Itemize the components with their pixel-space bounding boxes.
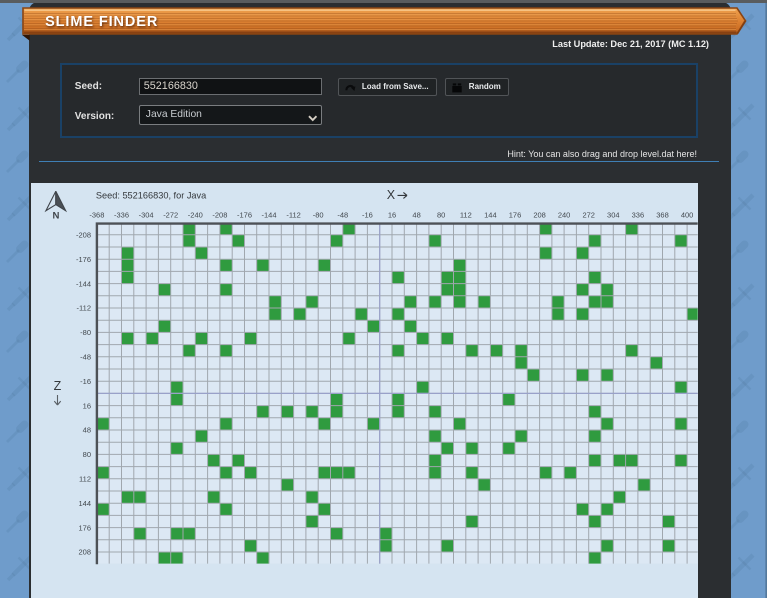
svg-text:-48: -48	[337, 211, 348, 220]
svg-text:Seed: 552166830, for Java: Seed: 552166830, for Java	[95, 191, 206, 201]
svg-text:-304: -304	[138, 211, 153, 220]
svg-text:208: 208	[533, 211, 546, 220]
svg-text:176: 176	[78, 524, 91, 533]
svg-text:368: 368	[656, 211, 669, 220]
svg-text:-208: -208	[75, 231, 90, 240]
svg-text:-16: -16	[361, 211, 372, 220]
svg-text:-176: -176	[236, 211, 251, 220]
svg-text:-112: -112	[76, 304, 90, 313]
svg-text:240: 240	[557, 211, 570, 220]
svg-text:-16: -16	[80, 377, 91, 386]
svg-text:-144: -144	[261, 211, 276, 220]
svg-text:336: 336	[631, 211, 644, 220]
svg-text:16: 16	[82, 402, 90, 411]
svg-text:-240: -240	[187, 211, 202, 220]
svg-text:-80: -80	[312, 211, 323, 220]
svg-text:-144: -144	[75, 280, 90, 289]
svg-text:112: 112	[459, 211, 471, 220]
svg-text:80: 80	[82, 450, 90, 459]
svg-text:-336: -336	[113, 211, 128, 220]
svg-text:X: X	[386, 188, 395, 202]
svg-text:112: 112	[79, 475, 91, 484]
svg-text:16: 16	[387, 211, 395, 220]
svg-text:304: 304	[607, 211, 620, 220]
svg-text:176: 176	[508, 211, 521, 220]
svg-text:Z: Z	[53, 379, 61, 393]
svg-text:-208: -208	[212, 211, 227, 220]
svg-text:N: N	[52, 211, 59, 222]
svg-text:400: 400	[680, 211, 693, 220]
svg-text:48: 48	[82, 426, 90, 435]
svg-text:80: 80	[437, 211, 445, 220]
svg-text:-176: -176	[75, 255, 90, 264]
svg-text:48: 48	[412, 211, 420, 220]
svg-text:144: 144	[484, 211, 497, 220]
svg-text:-112: -112	[286, 211, 300, 220]
svg-text:-272: -272	[163, 211, 178, 220]
svg-text:208: 208	[78, 548, 91, 557]
svg-text:272: 272	[582, 211, 595, 220]
svg-text:-80: -80	[80, 328, 91, 337]
svg-text:144: 144	[78, 499, 91, 508]
svg-text:-48: -48	[80, 353, 91, 362]
svg-text:-368: -368	[89, 211, 104, 220]
